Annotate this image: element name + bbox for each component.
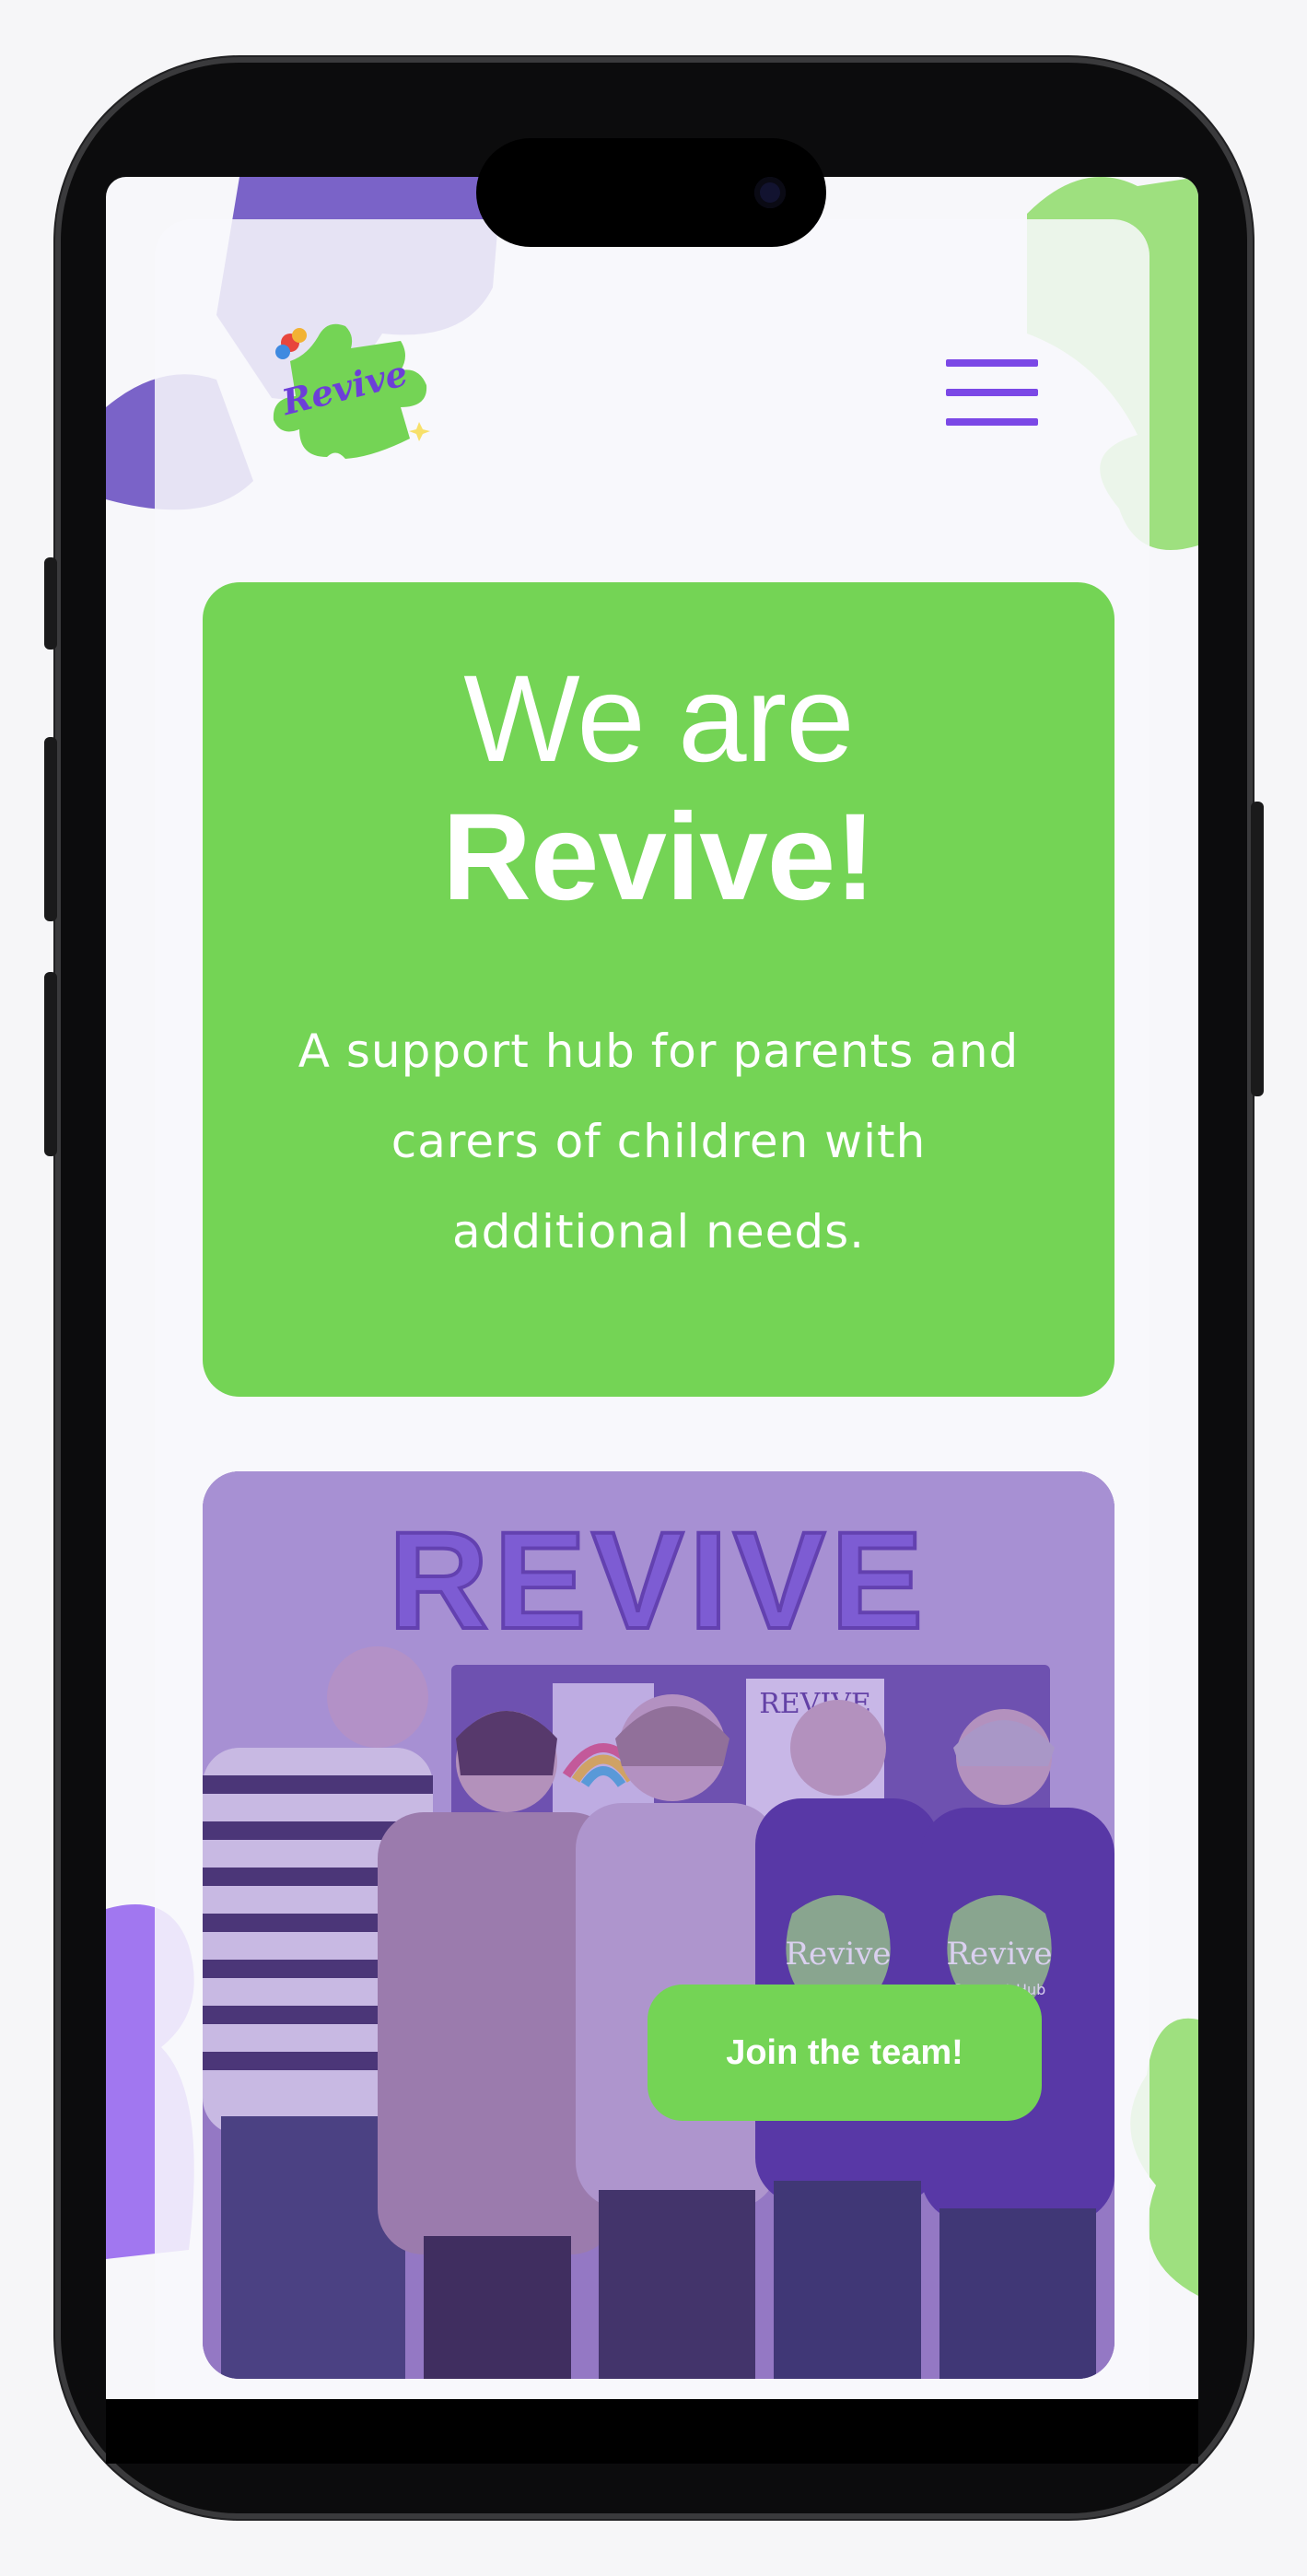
hamburger-menu-button[interactable] (946, 359, 1038, 426)
hero-title-line2: Revive! (442, 789, 876, 926)
hero-title-line1: We are (463, 650, 854, 788)
menu-line-middle (946, 389, 1038, 396)
revive-logo[interactable]: Revive (263, 319, 443, 466)
menu-line-top (946, 359, 1038, 367)
phone-silent-switch (44, 557, 57, 650)
hero-card: We are Revive! A support hub for parents… (203, 582, 1114, 1397)
team-photo: REVIVE REVIVE Revive Revive Hub (203, 1471, 1114, 2379)
join-the-team-button[interactable]: Join the team! (648, 1985, 1042, 2121)
front-camera-icon (754, 177, 786, 208)
phone-volume-down-button (44, 972, 57, 1156)
hero-subtitle: A support hub for parents and carers of … (298, 1025, 1020, 1259)
phone-volume-up-button (44, 737, 57, 921)
phone-screen: Revive We are Revive! A support hub for … (106, 177, 1198, 2399)
screen-bottom-bezel (106, 2399, 1198, 2464)
dynamic-island (476, 138, 826, 247)
team-photo-illustration: REVIVE REVIVE Revive Revive Hub (203, 1471, 1114, 2379)
menu-line-bottom (946, 418, 1038, 426)
hero-title: We are Revive! (203, 650, 1114, 927)
phone-power-button (1251, 802, 1264, 1096)
